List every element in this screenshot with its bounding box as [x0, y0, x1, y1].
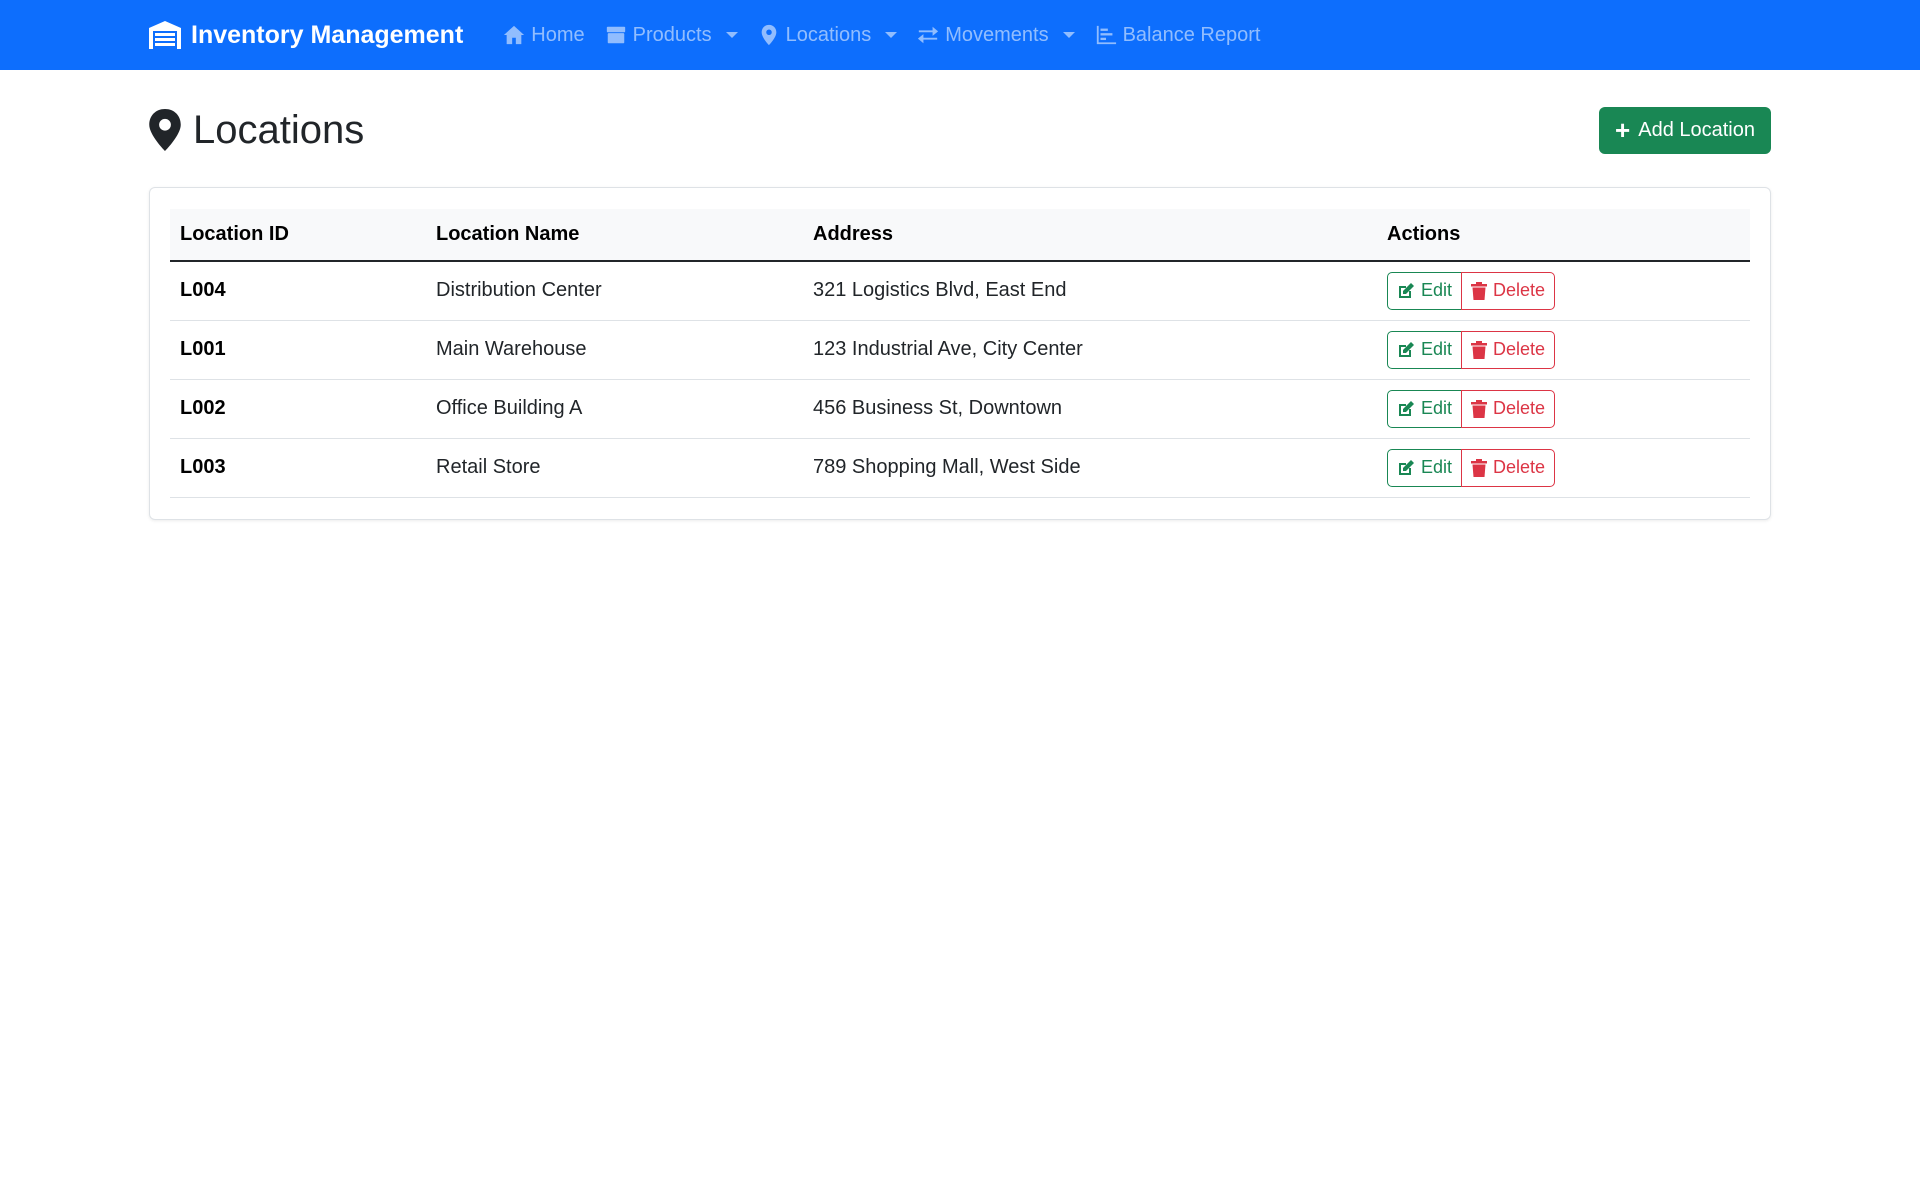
edit-icon [1399, 459, 1414, 475]
table-header: Location ID Location Name Address Action… [170, 209, 1750, 262]
nav-menu: Home Products Locations Movements Balanc… [493, 0, 1270, 70]
row-actions: Edit Delete [1387, 330, 1556, 369]
delete-button[interactable]: Delete [1461, 330, 1556, 369]
column-header-address: Address [803, 209, 1377, 262]
edit-label: Edit [1421, 398, 1453, 418]
location-id-cell: L004 [170, 261, 426, 321]
home-icon [504, 25, 525, 45]
trash-icon [1471, 458, 1488, 477]
nav-item-label: Locations [785, 23, 872, 46]
locations-card: Location ID Location Name Address Action… [149, 187, 1771, 520]
table-body: L004 Distribution Center 321 Logistics B… [170, 261, 1750, 498]
edit-button[interactable]: Edit [1387, 330, 1463, 369]
page-title-text: Locations [193, 107, 365, 152]
map-pin-icon [761, 24, 776, 46]
chevron-down-icon [1062, 32, 1075, 38]
actions-cell: Edit Delete [1377, 261, 1750, 321]
edit-label: Edit [1421, 339, 1453, 359]
add-location-button[interactable]: + Add Location [1599, 106, 1771, 154]
add-location-label: Add Location [1638, 118, 1755, 141]
nav-item-label: Home [531, 23, 585, 46]
edit-icon [1399, 282, 1414, 298]
address-cell: 456 Business St, Downtown [803, 379, 1377, 439]
delete-button[interactable]: Delete [1461, 271, 1556, 310]
brand-link[interactable]: Inventory Management [149, 21, 463, 50]
row-actions: Edit Delete [1387, 389, 1556, 428]
actions-cell: Edit Delete [1377, 438, 1750, 498]
top-navbar: Inventory Management Home Products Locat… [0, 0, 1920, 70]
chevron-down-icon [885, 32, 898, 38]
map-pin-icon [149, 109, 181, 151]
location-name-cell: Office Building A [426, 379, 803, 439]
page-header: Locations + Add Location [149, 100, 1771, 160]
edit-label: Edit [1421, 457, 1453, 477]
row-actions: Edit Delete [1387, 448, 1556, 487]
trash-icon [1471, 281, 1488, 300]
location-id-cell: L003 [170, 438, 426, 498]
edit-icon [1399, 400, 1414, 416]
nav-item-products[interactable]: Products [595, 0, 748, 70]
chevron-down-icon [725, 32, 738, 38]
nav-item-movements[interactable]: Movements [907, 0, 1084, 70]
location-name-cell: Main Warehouse [426, 320, 803, 380]
brand-title: Inventory Management [191, 20, 464, 49]
warehouse-icon [149, 21, 181, 49]
trash-icon [1471, 399, 1488, 418]
delete-label: Delete [1493, 457, 1546, 477]
exchange-icon [918, 26, 939, 44]
box-icon [606, 26, 625, 44]
nav-item-home[interactable]: Home [493, 0, 594, 70]
edit-label: Edit [1421, 280, 1453, 301]
address-cell: 321 Logistics Blvd, East End [803, 261, 1377, 321]
location-name-cell: Retail Store [426, 438, 803, 498]
delete-label: Delete [1493, 398, 1546, 418]
nav-item-balance-report[interactable]: Balance Report [1085, 0, 1271, 70]
location-id-cell: L002 [170, 379, 426, 439]
column-header-location-id: Location ID [170, 209, 426, 262]
table-header-row: Location ID Location Name Address Action… [170, 209, 1750, 262]
delete-label: Delete [1493, 280, 1546, 301]
address-cell: 789 Shopping Mall, West Side [803, 438, 1377, 498]
table-row: L004 Distribution Center 321 Logistics B… [170, 261, 1750, 321]
edit-button[interactable]: Edit [1387, 389, 1463, 428]
table-row: L001 Main Warehouse 123 Industrial Ave, … [170, 320, 1750, 380]
column-header-actions: Actions [1377, 209, 1750, 262]
location-name-cell: Distribution Center [426, 261, 803, 321]
edit-icon [1399, 341, 1414, 357]
edit-button[interactable]: Edit [1387, 271, 1463, 310]
delete-button[interactable]: Delete [1461, 448, 1556, 487]
trash-icon [1471, 340, 1488, 359]
chart-icon [1096, 25, 1116, 45]
nav-item-label: Movements [945, 23, 1049, 46]
actions-cell: Edit Delete [1377, 379, 1750, 439]
row-actions: Edit Delete [1387, 271, 1556, 310]
table-row: L002 Office Building A 456 Business St, … [170, 379, 1750, 439]
locations-table: Location ID Location Name Address Action… [170, 209, 1750, 498]
nav-item-locations[interactable]: Locations [748, 0, 908, 70]
edit-button[interactable]: Edit [1387, 448, 1463, 487]
page-title: Locations [149, 108, 364, 153]
nav-item-label: Balance Report [1122, 23, 1261, 46]
plus-icon: + [1615, 115, 1631, 145]
location-id-cell: L001 [170, 320, 426, 380]
delete-button[interactable]: Delete [1461, 389, 1556, 428]
nav-item-label: Products [632, 23, 712, 46]
address-cell: 123 Industrial Ave, City Center [803, 320, 1377, 380]
table-row: L003 Retail Store 789 Shopping Mall, Wes… [170, 438, 1750, 498]
delete-label: Delete [1493, 339, 1546, 359]
column-header-location-name: Location Name [426, 209, 803, 262]
actions-cell: Edit Delete [1377, 320, 1750, 380]
